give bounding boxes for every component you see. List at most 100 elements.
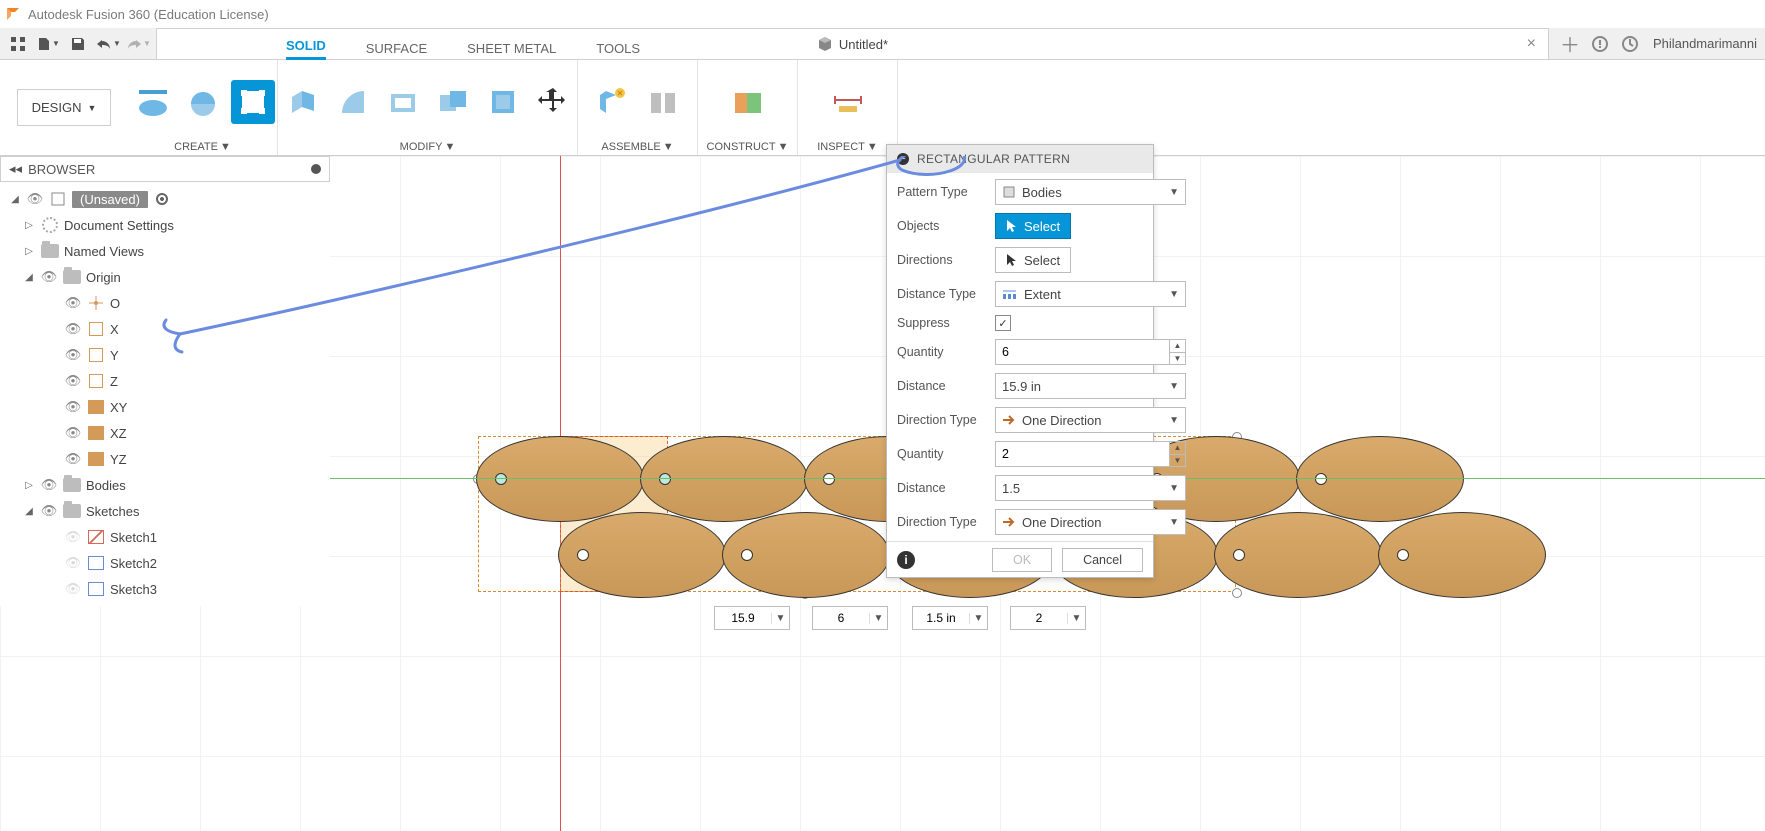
new-tab-icon[interactable]: ＋ — [1557, 31, 1583, 57]
dialog-titlebar[interactable]: − RECTANGULAR PATTERN — [887, 145, 1153, 173]
visibility-icon[interactable]: 👁 — [64, 295, 82, 311]
expand-icon[interactable]: ◢ — [22, 506, 36, 517]
new-sketch-icon[interactable] — [131, 80, 175, 124]
tree-origin-y[interactable]: 👁Y — [0, 342, 330, 368]
distance1-input[interactable]: 15.9 in▼ — [995, 373, 1186, 399]
group-create[interactable]: CREATE▼ — [174, 141, 231, 153]
pattern-distance2-float[interactable]: ▼ — [912, 606, 988, 630]
tree-origin[interactable]: ◢👁Origin — [0, 264, 330, 290]
collapse-dialog-icon[interactable]: − — [897, 153, 909, 165]
save-icon[interactable] — [64, 30, 92, 58]
visibility-icon[interactable]: 👁 — [40, 269, 58, 285]
browser-settings-icon[interactable] — [311, 164, 321, 174]
distance2-input[interactable]: 1.5▼ — [995, 475, 1186, 501]
user-menu[interactable]: Philandmarimanni — [1653, 36, 1757, 51]
visibility-icon[interactable]: 👁 — [40, 477, 58, 493]
visibility-icon[interactable]: 👁 — [40, 503, 58, 519]
visibility-icon[interactable]: 👁 — [64, 399, 82, 415]
file-menu-icon[interactable]: ▼ — [34, 30, 62, 58]
expand-icon[interactable]: ▷ — [22, 246, 36, 257]
workspace-switcher[interactable]: DESIGN▼ — [0, 60, 128, 155]
collapse-browser-icon[interactable]: ◂◂ — [9, 161, 22, 177]
tree-named-views[interactable]: ▷Named Views — [0, 238, 330, 264]
tree-origin-o[interactable]: 👁O — [0, 290, 330, 316]
spin-up-icon[interactable]: ▲ — [1170, 442, 1185, 455]
ribbon-tab-sheetmetal[interactable]: SHEET METAL — [467, 41, 556, 60]
undo-icon[interactable]: ▼ — [94, 30, 122, 58]
ribbon-tab-surface[interactable]: SURFACE — [366, 41, 427, 60]
new-component-icon[interactable] — [591, 80, 635, 124]
directions-select-button[interactable]: Select — [995, 247, 1071, 273]
align-icon[interactable] — [481, 80, 525, 124]
tree-origin-xy[interactable]: 👁XY — [0, 394, 330, 420]
pattern-qty1-float[interactable]: ▼ — [812, 606, 888, 630]
group-construct[interactable]: CONSTRUCT▼ — [707, 141, 789, 153]
tree-origin-yz[interactable]: 👁YZ — [0, 446, 330, 472]
tree-origin-z[interactable]: 👁Z — [0, 368, 330, 394]
handle-br[interactable] — [1232, 588, 1242, 598]
fillet-icon[interactable] — [331, 80, 375, 124]
joint-icon[interactable] — [641, 80, 685, 124]
ribbon-tab-tools[interactable]: TOOLS — [596, 41, 640, 60]
visibility-icon[interactable]: 👁 — [64, 425, 82, 441]
create-form-icon[interactable] — [181, 80, 225, 124]
quantity2-input[interactable]: ▲▼ — [995, 441, 1186, 467]
tree-origin-x[interactable]: 👁X — [0, 316, 330, 342]
construct-plane-icon[interactable] — [726, 80, 770, 124]
suppress-checkbox[interactable]: ✓ — [995, 315, 1011, 331]
browser-header[interactable]: ◂◂ BROWSER — [0, 156, 330, 182]
ribbon-tab-solid[interactable]: SOLID — [286, 38, 326, 60]
direction1-dropdown[interactable]: One Direction▼ — [995, 407, 1186, 433]
tree-sketches[interactable]: ◢👁Sketches — [0, 498, 330, 524]
tree-sketch1[interactable]: 👁Sketch1 — [0, 524, 330, 550]
ok-button[interactable]: OK — [992, 548, 1052, 572]
visibility-icon[interactable]: 👁 — [64, 581, 82, 597]
close-tab-icon[interactable]: × — [1527, 35, 1536, 53]
expand-icon[interactable]: ▷ — [22, 220, 36, 231]
spin-down-icon[interactable]: ▼ — [1170, 455, 1185, 467]
pattern-type-dropdown[interactable]: Bodies▼ — [995, 179, 1186, 205]
tree-bodies[interactable]: ▷👁Bodies — [0, 472, 330, 498]
pattern-qty2-input[interactable] — [1011, 611, 1067, 625]
shell-icon[interactable] — [381, 80, 425, 124]
visibility-icon[interactable]: 👁 — [64, 451, 82, 467]
redo-icon[interactable]: ▼ — [124, 30, 152, 58]
notifications-icon[interactable] — [1587, 31, 1613, 57]
direction2-dropdown[interactable]: One Direction▼ — [995, 509, 1186, 535]
visibility-icon[interactable]: 👁 — [64, 555, 82, 571]
spin-down-icon[interactable]: ▼ — [1170, 353, 1185, 365]
quantity1-input[interactable]: ▲▼ — [995, 339, 1186, 365]
move-icon[interactable] — [531, 80, 575, 124]
pattern-qty1-input[interactable] — [813, 611, 869, 625]
tree-root[interactable]: ◢ 👁 (Unsaved) — [0, 186, 330, 212]
info-icon[interactable]: i — [897, 551, 915, 569]
job-status-icon[interactable] — [1617, 31, 1643, 57]
visibility-icon[interactable]: 👁 — [64, 529, 82, 545]
visibility-icon[interactable]: 👁 — [64, 373, 82, 389]
handle-bottom[interactable] — [800, 589, 810, 599]
distance-type-dropdown[interactable]: Extent▼ — [995, 281, 1186, 307]
spin-up-icon[interactable]: ▲ — [1170, 340, 1185, 353]
tree-sketch2[interactable]: 👁Sketch2 — [0, 550, 330, 576]
visibility-icon[interactable]: 👁 — [26, 191, 44, 207]
tree-doc-settings[interactable]: ▷Document Settings — [0, 212, 330, 238]
pattern-distance1-input[interactable] — [715, 611, 771, 625]
cancel-button[interactable]: Cancel — [1062, 548, 1143, 572]
visibility-icon[interactable]: 👁 — [64, 347, 82, 363]
tree-origin-xz[interactable]: 👁XZ — [0, 420, 330, 446]
pattern-distance2-input[interactable] — [913, 611, 969, 625]
data-panel-icon[interactable] — [4, 30, 32, 58]
combine-icon[interactable] — [431, 80, 475, 124]
visibility-icon[interactable]: 👁 — [64, 321, 82, 337]
pattern-distance1-float[interactable]: ▼ — [714, 606, 790, 630]
tree-sketch3[interactable]: 👁Sketch3 — [0, 576, 330, 602]
group-assemble[interactable]: ASSEMBLE▼ — [601, 141, 673, 153]
handle-left[interactable] — [473, 474, 483, 484]
measure-icon[interactable] — [826, 80, 870, 124]
expand-icon[interactable]: ◢ — [8, 194, 22, 205]
group-inspect[interactable]: INSPECT▼ — [817, 141, 878, 153]
objects-select-button[interactable]: Select — [995, 213, 1071, 239]
expand-icon[interactable]: ◢ — [22, 272, 36, 283]
pattern-qty2-float[interactable]: ▼ — [1010, 606, 1086, 630]
activate-icon[interactable] — [156, 193, 168, 205]
